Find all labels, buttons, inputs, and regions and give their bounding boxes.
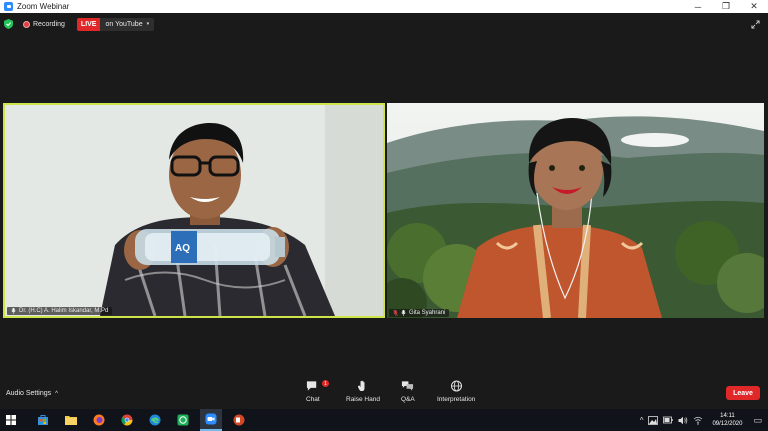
record-icon <box>23 20 30 28</box>
live-stream-indicator[interactable]: LIVE on YouTube ▾ <box>76 17 155 31</box>
participant-video-tile[interactable]: Gita Syahrani <box>387 103 764 318</box>
live-target-label: on YouTube <box>105 20 143 28</box>
window-controls: ─ ❐ ✕ <box>684 0 768 13</box>
action-center-icon[interactable]: ▭ <box>753 415 762 426</box>
edge-icon <box>149 414 161 426</box>
recording-label: Recording <box>33 20 65 28</box>
taskbar-zoom[interactable] <box>200 409 222 431</box>
qa-button[interactable]: Q&A <box>401 380 415 403</box>
show-hidden-icons-button[interactable]: ^ <box>640 416 644 425</box>
raise-hand-button[interactable]: Raise Hand <box>346 380 380 403</box>
taskbar-whatsapp[interactable] <box>172 409 194 431</box>
speaker-name-tag: Dr. (H.C) A. Halim Iskandar, M.Pd <box>7 307 113 315</box>
caret-up-icon[interactable]: ^ <box>55 391 58 397</box>
taskbar-firefox[interactable] <box>88 409 110 431</box>
fullscreen-icon[interactable] <box>751 20 760 29</box>
live-badge: LIVE <box>76 17 101 31</box>
raise-hand-label: Raise Hand <box>346 396 380 403</box>
speaker-video-tile[interactable]: AQ Dr. (H.C) A. Halim Iskandar, M.Pd <box>3 103 385 318</box>
meeting-status-bar: Recording LIVE on YouTube ▾ <box>4 17 155 31</box>
speaker-video-image: AQ <box>5 105 383 316</box>
store-icon <box>38 415 48 425</box>
clock-date: 09/12/2020 <box>712 421 743 427</box>
folder-icon <box>65 416 77 425</box>
recording-indicator[interactable]: Recording <box>23 20 65 28</box>
windows-start-button[interactable] <box>0 409 22 431</box>
audio-settings-label: Audio Settings <box>6 390 52 397</box>
taskbar-clock[interactable]: 14:11 09/12/2020 <box>712 412 742 428</box>
interpretation-label: Interpretation <box>437 396 476 403</box>
wifi-icon[interactable] <box>693 416 703 425</box>
qa-icon <box>402 381 414 391</box>
window-title: Zoom Webinar <box>17 2 70 11</box>
title-bar: Zoom Webinar ─ ❐ ✕ <box>0 0 768 13</box>
chrome-icon <box>121 414 133 426</box>
leave-button[interactable]: Leave <box>726 386 760 400</box>
close-button[interactable]: ✕ <box>740 0 768 13</box>
taskbar-store[interactable] <box>32 409 54 431</box>
battery-icon[interactable] <box>663 416 674 424</box>
svg-text:AQ: AQ <box>175 243 190 254</box>
windows-taskbar: ^ 14:11 09/12/2020 ▭ <box>0 409 768 431</box>
chat-icon <box>307 381 317 391</box>
whatsapp-icon <box>177 414 189 426</box>
hand-icon <box>358 380 365 391</box>
participant-video-image <box>387 103 764 318</box>
caret-down-icon: ▾ <box>146 21 150 27</box>
meeting-toolbar: Audio Settings ^ 1 Chat Raise Hand Q&A I… <box>0 376 768 408</box>
chat-button[interactable]: 1 Chat <box>306 380 329 403</box>
windows-logo-icon <box>6 415 16 425</box>
powerpoint-icon <box>233 414 245 426</box>
photo-tray-icon[interactable] <box>648 415 659 425</box>
microphone-muted-icon <box>393 310 398 316</box>
zoom-webinar-window: Zoom Webinar ─ ❐ ✕ Recording LIVE on You… <box>0 0 768 431</box>
taskbar-file-explorer[interactable] <box>60 409 82 431</box>
restore-button[interactable]: ❐ <box>712 0 740 13</box>
taskbar-powerpoint[interactable] <box>228 409 250 431</box>
shield-icon[interactable] <box>4 19 13 29</box>
taskbar-chrome[interactable] <box>116 409 138 431</box>
clock-time: 14:11 <box>720 413 735 419</box>
microphone-icon <box>11 308 16 314</box>
live-target-dropdown[interactable]: on YouTube ▾ <box>100 17 155 31</box>
chat-label: Chat <box>306 396 320 403</box>
minimize-button[interactable]: ─ <box>684 0 712 13</box>
globe-icon <box>450 380 462 392</box>
taskbar-edge[interactable] <box>144 409 166 431</box>
zoom-icon <box>205 413 217 425</box>
audio-settings-button[interactable]: Audio Settings ^ <box>6 390 58 397</box>
speaker-name: Dr. (H.C) A. Halim Iskandar, M.Pd <box>19 308 109 314</box>
qa-label: Q&A <box>401 396 415 403</box>
system-tray: ^ 14:11 09/12/2020 ▭ <box>640 409 768 431</box>
participant-name: Gita Syahrani <box>409 310 446 316</box>
volume-icon[interactable] <box>678 416 688 425</box>
participant-name-tag: Gita Syahrani <box>389 309 450 317</box>
microphone-icon <box>401 310 406 316</box>
chat-unread-badge: 1 <box>322 380 329 387</box>
interpretation-button[interactable]: Interpretation <box>437 380 475 403</box>
firefox-icon <box>93 414 105 426</box>
zoom-app-icon <box>4 2 13 11</box>
